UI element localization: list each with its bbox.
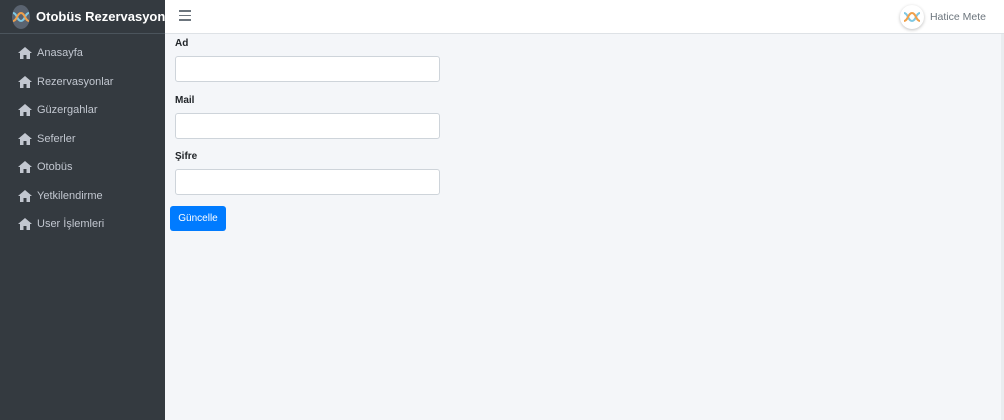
sidebar: Otobüs Rezervasyon Anasayfa Rezervasyonl… [0, 0, 165, 420]
sidebar-item-label: Rezervasyonlar [37, 75, 114, 88]
home-icon [18, 104, 32, 117]
sidebar-item-rezervasyonlar[interactable]: Rezervasyonlar [0, 68, 165, 97]
sidebar-item-label: Yetkilendirme [37, 189, 103, 202]
sidebar-item-user-islemleri[interactable]: User İşlemleri [0, 210, 165, 239]
name-label: Ad [175, 38, 189, 49]
home-icon [18, 47, 32, 60]
sidebar-item-label: User İşlemleri [37, 218, 105, 231]
brand-title: Otobüs Rezervasyon [36, 9, 166, 24]
home-icon [18, 189, 32, 202]
sidebar-item-guzergahlar[interactable]: Güzergahlar [0, 96, 165, 125]
sidebar-item-label: Güzergahlar [37, 104, 98, 117]
user-menu[interactable]: Hatice Mete [899, 5, 986, 29]
name-field[interactable] [175, 56, 440, 82]
sidebar-item-label: Otobüs [37, 161, 73, 174]
sidebar-item-label: Seferler [37, 132, 76, 145]
password-label: Şifre [175, 151, 198, 162]
sidebar-item-yetkilendirme[interactable]: Yetkilendirme [0, 182, 165, 211]
sidebar-item-anasayfa[interactable]: Anasayfa [0, 39, 165, 68]
avatar [899, 5, 924, 29]
sidebar-item-otobus[interactable]: Otobüs [0, 153, 165, 182]
sidebar-item-seferler[interactable]: Seferler [0, 125, 165, 154]
main-content: Ad Mail Şifre Güncelle [165, 34, 1004, 420]
brand-logo-icon [12, 4, 30, 29]
home-icon [18, 132, 32, 145]
email-field[interactable] [175, 113, 440, 139]
sidebar-nav: Anasayfa Rezervasyonlar Güzergahlar Sefe… [0, 34, 165, 239]
mail-label: Mail [175, 95, 195, 106]
home-icon [18, 75, 32, 88]
hamburger-icon[interactable] [179, 10, 191, 22]
password-field[interactable] [175, 169, 440, 195]
brand-link[interactable]: Otobüs Rezervasyon [0, 0, 165, 34]
top-navbar: Hatice Mete [165, 0, 1004, 34]
home-icon [18, 218, 32, 231]
home-icon [18, 161, 32, 174]
update-button[interactable]: Güncelle [170, 206, 226, 231]
user-name: Hatice Mete [929, 11, 986, 23]
sidebar-item-label: Anasayfa [37, 47, 83, 60]
